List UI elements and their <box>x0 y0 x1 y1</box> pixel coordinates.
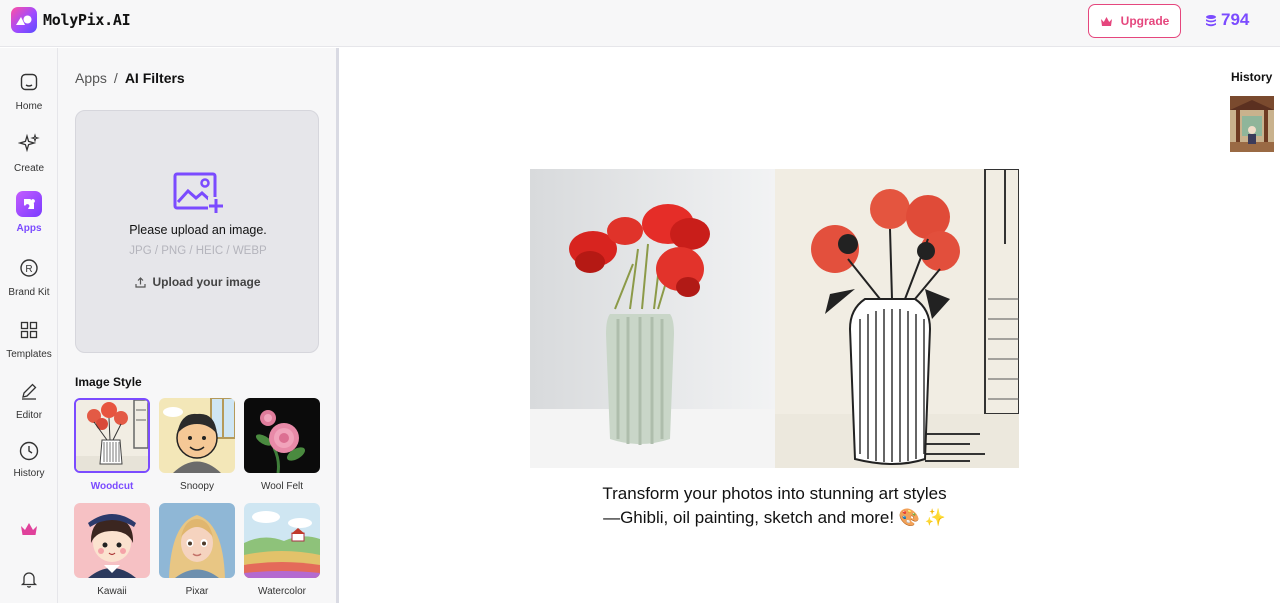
rail-item-apps[interactable]: Apps <box>0 191 58 234</box>
breadcrumb-separator: / <box>113 70 118 86</box>
upload-button-label: Upload your image <box>152 275 261 289</box>
pixar-thumbnail <box>159 503 235 578</box>
rail-item-editor[interactable]: Editor <box>0 378 58 421</box>
style-label: Wool Felt <box>260 481 304 492</box>
coins-icon <box>1206 14 1216 26</box>
upload-title: Please upload an image. <box>129 223 267 237</box>
style-card-snoopy[interactable]: Snoopy <box>159 398 235 492</box>
sparkle-icon <box>16 131 42 157</box>
style-label: Woodcut <box>90 481 134 492</box>
style-card-woodcut[interactable]: Woodcut <box>74 398 150 492</box>
style-card-wool-felt[interactable]: Wool Felt <box>244 398 320 492</box>
rail-item-label: Apps <box>16 223 42 234</box>
left-rail: Home Create Apps R Brand Kit Templates E… <box>0 48 58 603</box>
style-card-kawaii[interactable]: Kawaii <box>74 503 150 597</box>
credits-count: 794 <box>1221 10 1250 29</box>
notifications-button[interactable] <box>0 566 58 592</box>
rail-item-templates[interactable]: Templates <box>0 317 58 360</box>
style-card-watercolor[interactable]: Watercolor <box>244 503 320 597</box>
breadcrumb-current: AI Filters <box>124 70 185 86</box>
hero-caption: Transform your photos into stunning art … <box>602 484 947 527</box>
apps-icon <box>16 191 42 217</box>
style-label: Pixar <box>185 586 209 597</box>
style-label: Snoopy <box>180 481 214 492</box>
upgrade-label: Upgrade <box>1120 14 1170 28</box>
home-icon <box>16 69 42 95</box>
history-title: History <box>1231 70 1273 84</box>
rail-item-label: Home <box>15 101 43 112</box>
rail-item-history[interactable]: History <box>0 439 58 479</box>
panel-scrollbar[interactable] <box>336 48 339 603</box>
svg-text:R: R <box>25 264 32 275</box>
watercolor-thumbnail <box>244 503 320 578</box>
style-label: Kawaii <box>97 586 127 597</box>
history-thumbnail[interactable] <box>1230 96 1274 152</box>
rail-item-home[interactable]: Home <box>0 69 58 112</box>
hero-before-after-image <box>530 168 1020 468</box>
woodcut-thumbnail <box>74 398 150 473</box>
kawaii-thumbnail <box>74 503 150 578</box>
wool-felt-thumbnail <box>244 398 320 473</box>
rail-item-label: Brand Kit <box>8 287 50 298</box>
rail-item-create[interactable]: Create <box>0 131 58 174</box>
upgrade-button[interactable]: Upgrade <box>1088 4 1181 38</box>
rail-item-label: Editor <box>15 410 43 421</box>
bell-icon <box>16 566 42 592</box>
rail-item-label: History <box>13 468 45 479</box>
credits-balance[interactable]: 794 <box>1205 10 1249 30</box>
breadcrumb-apps-link[interactable]: Apps <box>75 70 107 86</box>
breadcrumb: Apps / AI Filters <box>75 70 185 86</box>
premium-crown-button[interactable] <box>0 516 58 542</box>
crown-icon <box>1100 16 1112 26</box>
grid-icon <box>16 317 42 343</box>
rail-item-label: Create <box>13 163 44 174</box>
style-label: Watercolor <box>258 586 306 597</box>
top-header: MolyPix.AI Upgrade 794 <box>0 0 1280 47</box>
registered-icon: R <box>16 255 42 281</box>
logo-icon <box>11 7 37 33</box>
upload-image-button[interactable]: Upload your image <box>76 275 320 289</box>
upload-dropzone[interactable]: Please upload an image. JPG / PNG / HEIC… <box>75 110 319 353</box>
app-name: MolyPix.AI <box>43 11 131 29</box>
upload-icon <box>135 276 147 288</box>
clock-icon <box>16 439 42 462</box>
rail-item-brand-kit[interactable]: R Brand Kit <box>0 255 58 298</box>
app-logo[interactable]: MolyPix.AI <box>11 7 131 33</box>
add-image-icon <box>172 171 224 220</box>
rail-item-label: Templates <box>6 349 52 360</box>
upload-formats: JPG / PNG / HEIC / WEBP <box>129 245 267 257</box>
crown-icon <box>16 516 42 542</box>
image-style-title: Image Style <box>75 375 142 389</box>
style-card-pixar[interactable]: Pixar <box>159 503 235 597</box>
snoopy-thumbnail <box>159 398 235 473</box>
pencil-icon <box>16 378 42 404</box>
